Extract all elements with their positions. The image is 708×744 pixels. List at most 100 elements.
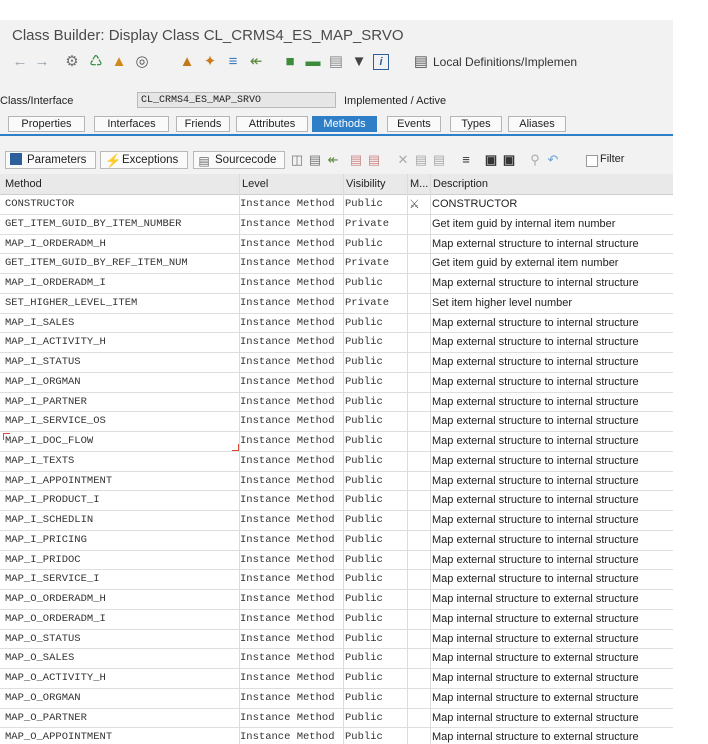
description-cell[interactable]: Map internal structure to external struc… [432,728,672,744]
other-object-icon[interactable]: ⚙ [63,53,81,71]
method-cell[interactable]: MAP_I_SALES [5,314,237,333]
sort-icon[interactable]: ≡ [458,152,474,168]
tab-methods[interactable]: Methods [312,116,377,132]
description-cell[interactable]: Map internal structure to external struc… [432,610,672,629]
level-cell[interactable]: Instance Method [240,294,343,313]
level-cell[interactable]: Instance Method [240,373,343,392]
find-next-icon[interactable]: ▣ [501,152,517,168]
description-cell[interactable]: Map external structure to internal struc… [432,551,672,570]
method-cell[interactable]: MAP_I_TEXTS [5,452,237,471]
visibility-cell[interactable]: Public [345,511,405,530]
level-cell[interactable]: Instance Method [240,570,343,589]
description-cell[interactable]: Map external structure to internal struc… [432,491,672,510]
filter-checkbox[interactable] [586,155,598,167]
level-cell[interactable]: Instance Method [240,689,343,708]
level-cell[interactable]: Instance Method [240,649,343,668]
description-cell[interactable]: CONSTRUCTOR [432,195,672,214]
description-cell[interactable]: Map internal structure to external struc… [432,649,672,668]
copy-icon[interactable]: ▤ [413,152,429,168]
table-row[interactable]: MAP_I_SERVICE_I Instance Method Public Map … [0,570,673,590]
visibility-cell[interactable]: Private [345,254,405,273]
method-cell[interactable]: MAP_I_SERVICE_I [5,570,237,589]
method-cell[interactable]: GET_ITEM_GUID_BY_ITEM_NUMBER [5,215,237,234]
visibility-cell[interactable]: Public [345,669,405,688]
visibility-cell[interactable]: Public [345,630,405,649]
description-cell[interactable]: Map external structure to internal struc… [432,570,672,589]
level-cell[interactable]: Instance Method [240,353,343,372]
level-cell[interactable]: Instance Method [240,531,343,550]
sourcecode-button[interactable]: ▤ Sourcecode [193,151,285,169]
method-cell[interactable]: MAP_O_ORDERADM_I [5,610,237,629]
class-interface-field[interactable]: CL_CRMS4_ES_MAP_SRVO [137,92,336,108]
visibility-cell[interactable]: Public [345,649,405,668]
table-row[interactable]: MAP_O_APPOINTMENT Instance Method Public Ma… [0,728,673,744]
level-cell[interactable]: Instance Method [240,333,343,352]
level-cell[interactable]: Instance Method [240,215,343,234]
column-method[interactable]: Method [5,178,42,190]
level-cell[interactable]: Instance Method [240,590,343,609]
visibility-cell[interactable]: Public [345,195,405,214]
level-cell[interactable]: Instance Method [240,472,343,491]
hierarchy-icon[interactable]: ≡ [224,53,242,71]
find-icon[interactable]: ▣ [483,152,499,168]
visibility-cell[interactable]: Private [345,215,405,234]
method-cell[interactable]: MAP_I_PRODUCT_I [5,491,237,510]
exceptions-button[interactable]: ⚡Exceptions [100,151,188,169]
where-used-icon[interactable]: ◎ [133,53,151,71]
level-cell[interactable]: Instance Method [240,511,343,530]
visibility-cell[interactable]: Public [345,274,405,293]
undo-icon[interactable]: ↶ [545,152,561,168]
table-row[interactable]: MAP_O_ACTIVITY_H Instance Method Public Map… [0,669,673,689]
method-cell[interactable]: MAP_I_SERVICE_OS [5,412,237,431]
table-row[interactable]: MAP_O_PARTNER Instance Method Public Map in… [0,708,673,729]
description-cell[interactable]: Map external structure to internal struc… [432,472,672,491]
description-cell[interactable]: Map internal structure to external struc… [432,630,672,649]
visibility-cell[interactable]: Public [345,314,405,333]
class-tree-icon[interactable]: ■ [281,53,299,71]
visibility-cell[interactable]: Public [345,610,405,629]
back-icon[interactable]: ← [11,53,29,71]
description-cell[interactable]: Map external structure to internal struc… [432,373,672,392]
level-cell[interactable]: Instance Method [240,491,343,510]
table-row[interactable]: MAP_I_APPOINTMENT Instance Method Public Ma… [0,471,673,492]
visibility-cell[interactable]: Public [345,432,405,451]
description-cell[interactable]: Map internal structure to external struc… [432,669,672,688]
magic-wand-icon[interactable]: ✦ [201,53,219,71]
description-cell[interactable]: Map external structure to internal struc… [432,452,672,471]
description-cell[interactable]: Get item guid by internal item number [432,215,672,234]
method-cell[interactable]: MAP_I_STATUS [5,353,237,372]
visibility-cell[interactable]: Public [345,235,405,254]
table-row[interactable]: MAP_I_PARTNER Instance Method Public Map ex… [0,392,673,413]
zoom-icon[interactable]: ⚲ [527,152,543,168]
tab-aliases[interactable]: Aliases [508,116,566,132]
method-cell[interactable]: MAP_I_DOC_FLOW [5,432,237,451]
level-cell[interactable]: Instance Method [240,314,343,333]
description-cell[interactable]: Map external structure to internal struc… [432,314,672,333]
description-cell[interactable]: Set item higher level number [432,294,672,313]
activate-icon[interactable]: ▲ [110,53,128,71]
level-cell[interactable]: Instance Method [240,610,343,629]
table-row[interactable]: MAP_I_ORGMAN Instance Method Public Map ext… [0,372,673,393]
level-cell[interactable]: Instance Method [240,728,343,744]
visibility-cell[interactable]: Public [345,472,405,491]
navigate-back-icon[interactable]: ↞ [325,152,341,168]
tab-types[interactable]: Types [450,116,502,132]
level-cell[interactable]: Instance Method [240,452,343,471]
method-cell[interactable]: MAP_O_PARTNER [5,709,237,728]
visibility-cell[interactable]: Public [345,551,405,570]
description-cell[interactable]: Map external structure to internal struc… [432,353,672,372]
table-row[interactable]: MAP_I_PRODUCT_I Instance Method Public Map … [0,491,673,511]
visibility-cell[interactable]: Public [345,353,405,372]
method-cell[interactable]: MAP_I_PRIDOC [5,551,237,570]
table-row[interactable]: MAP_I_DOC_FLOW Instance Method Public Map e… [0,432,673,452]
info-icon[interactable]: i [373,54,389,70]
level-cell[interactable]: Instance Method [240,254,343,273]
visibility-cell[interactable]: Public [345,689,405,708]
description-cell[interactable]: Map external structure to internal struc… [432,333,672,352]
method-cell[interactable]: MAP_O_SALES [5,649,237,668]
forward-icon[interactable]: → [33,53,51,71]
visibility-cell[interactable]: Public [345,709,405,728]
method-cell[interactable]: MAP_I_PARTNER [5,393,237,412]
visibility-cell[interactable]: Public [345,452,405,471]
column-modeled[interactable]: M... [410,178,428,190]
